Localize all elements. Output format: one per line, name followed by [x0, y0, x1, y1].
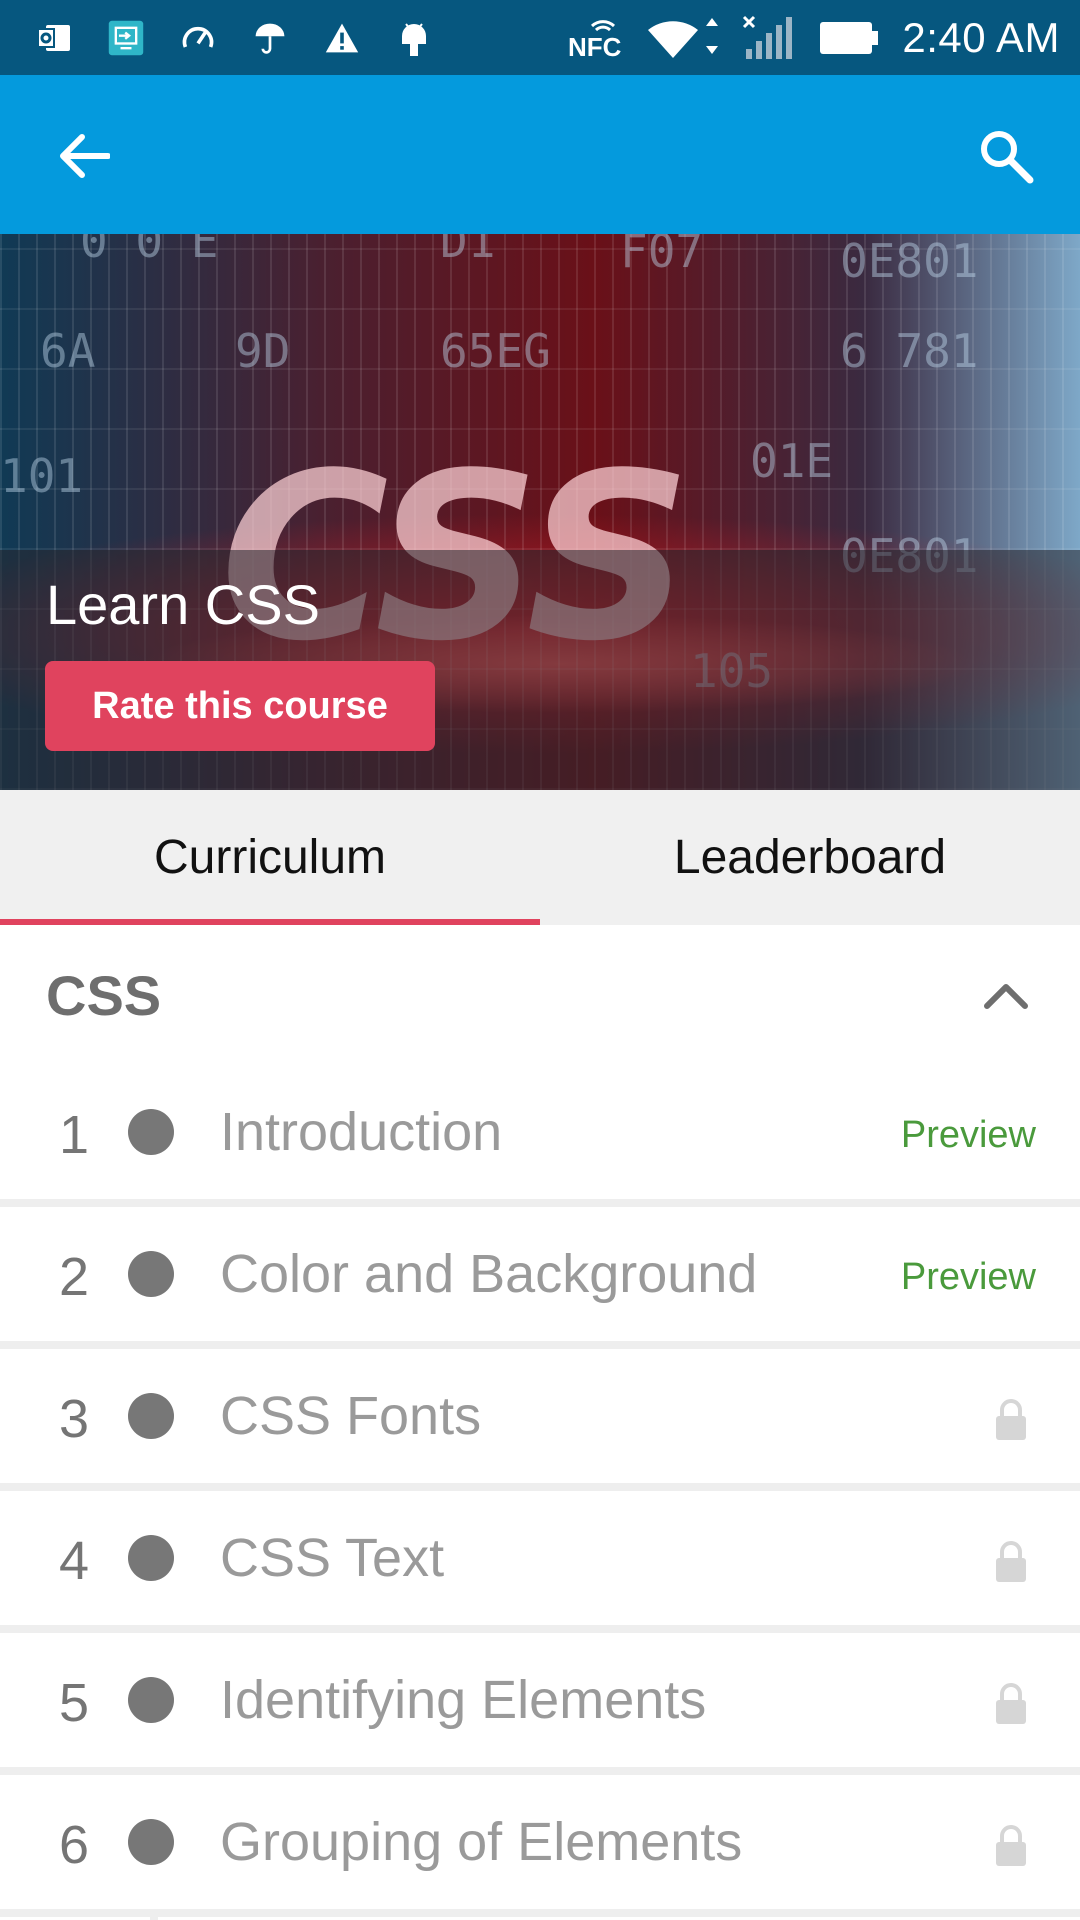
- preview-label[interactable]: Preview: [901, 1065, 1036, 1199]
- lock-icon: [996, 1541, 1026, 1582]
- android-icon: [396, 20, 432, 56]
- speedometer-icon: [180, 20, 216, 56]
- preview-label[interactable]: Preview: [901, 1207, 1036, 1341]
- lesson-title: Introduction: [220, 1102, 503, 1162]
- search-icon: [981, 131, 1034, 184]
- lesson-number: 3: [58, 1389, 90, 1449]
- lesson-number: 6: [58, 1815, 90, 1875]
- umbrella-icon: [252, 20, 288, 56]
- warning-icon: [324, 20, 360, 56]
- rate-course-button[interactable]: Rate this course: [45, 661, 435, 751]
- section-title: CSS: [46, 963, 162, 1027]
- status-bar: NFC 2:40 AM: [0, 0, 1080, 75]
- lesson-item[interactable]: 4 CSS Text: [0, 1491, 1080, 1633]
- lesson-item[interactable]: 3 CSS Fonts: [0, 1349, 1080, 1491]
- progress-dot: [128, 1677, 174, 1723]
- battery-icon: [818, 20, 880, 56]
- lesson-item[interactable]: 5 Identifying Elements: [0, 1633, 1080, 1775]
- lesson-title: Identifying Elements: [220, 1670, 707, 1730]
- lesson-number: 4: [58, 1531, 90, 1591]
- lesson-title: CSS Fonts: [220, 1386, 482, 1446]
- lesson-title: Color and Background: [220, 1244, 758, 1304]
- back-button[interactable]: [48, 120, 120, 192]
- outlook-icon: [36, 20, 72, 56]
- wifi-icon: [644, 17, 720, 58]
- signal-icon: [742, 15, 796, 59]
- lesson-number: 2: [58, 1247, 90, 1307]
- lesson-list: 1 Introduction Preview 2 Color and Backg…: [0, 1065, 1080, 1917]
- tab-bar: Curriculum Leaderboard: [0, 790, 1080, 925]
- progress-dot: [128, 1819, 174, 1865]
- tab-curriculum[interactable]: Curriculum: [0, 790, 540, 925]
- course-title: Learn CSS: [46, 573, 320, 636]
- clock: 2:40 AM: [902, 13, 1060, 61]
- search-button[interactable]: [970, 120, 1042, 192]
- tab-leaderboard[interactable]: Leaderboard: [540, 790, 1080, 925]
- app-bar: [0, 75, 1080, 234]
- lesson-number: 1: [58, 1105, 90, 1165]
- progress-dot: [128, 1251, 174, 1297]
- progress-dot: [128, 1393, 174, 1439]
- arrow-back-icon: [60, 134, 110, 178]
- progress-dot: [128, 1109, 174, 1155]
- chevron-up-icon[interactable]: [978, 967, 1034, 1023]
- lock-icon: [996, 1825, 1026, 1866]
- lesson-number: 5: [58, 1673, 90, 1733]
- lesson-item[interactable]: 2 Color and Background Preview: [0, 1207, 1080, 1349]
- progress-dot: [128, 1535, 174, 1581]
- lock-icon: [996, 1683, 1026, 1724]
- nfc-icon: NFC: [566, 19, 622, 60]
- course-banner: 0 0 E D1 F07 0E801 6A 9D 65EG 6 781 101 …: [0, 234, 1080, 790]
- lesson-title: CSS Text: [220, 1528, 445, 1588]
- svg-text:NFC: NFC: [568, 32, 622, 60]
- lesson-title: Grouping of Elements: [220, 1812, 743, 1872]
- section-header[interactable]: CSS: [0, 925, 1080, 1065]
- lesson-item[interactable]: 1 Introduction Preview: [0, 1065, 1080, 1207]
- lesson-item[interactable]: 6 Grouping of Elements: [0, 1775, 1080, 1917]
- lock-icon: [996, 1399, 1026, 1440]
- screen-share-icon: [108, 20, 144, 56]
